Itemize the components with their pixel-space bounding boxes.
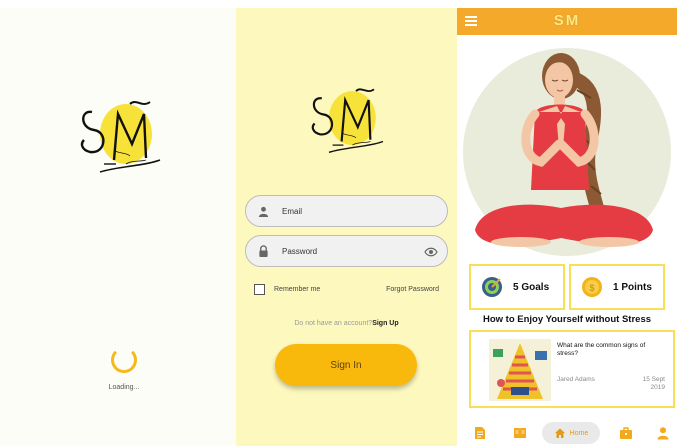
splash-screen: Loading... <box>0 8 236 446</box>
remember-me-row[interactable]: Remember me <box>254 284 320 295</box>
loading-text: Loading... <box>108 384 140 391</box>
section-title: How to Enjoy Yourself without Stress <box>482 314 652 325</box>
app-logo <box>70 90 170 180</box>
lock-icon <box>256 244 270 258</box>
password-input[interactable] <box>282 246 412 256</box>
briefcase-icon[interactable] <box>619 426 633 440</box>
user-icon <box>256 204 270 218</box>
signup-row: Do not have an account?Sign Up <box>236 320 457 327</box>
email-input[interactable] <box>282 206 412 216</box>
signup-prompt: Do not have an account? <box>294 320 373 327</box>
target-icon <box>481 276 503 298</box>
article-date: 15 Sept 2019 <box>642 376 665 391</box>
profile-icon[interactable] <box>656 426 670 440</box>
remember-me-checkbox[interactable] <box>254 284 265 295</box>
points-card[interactable]: $ 1 Points <box>569 264 665 310</box>
home-icon <box>554 427 566 439</box>
signup-link[interactable]: Sign Up <box>372 320 398 327</box>
coin-icon: $ <box>581 276 603 298</box>
goals-count: 5 Goals <box>513 281 550 293</box>
forgot-password-link[interactable]: Forgot Password <box>386 286 439 293</box>
home-screen: SM 5 Goals $ 1 Points How to Enjoy Yours… <box>457 8 677 446</box>
email-field[interactable] <box>245 195 448 227</box>
svg-text:$: $ <box>589 283 594 293</box>
app-title: SM <box>553 12 581 29</box>
goals-card[interactable]: 5 Goals <box>469 264 565 310</box>
article-author: Jared Adams <box>557 376 595 383</box>
top-app-bar: SM <box>457 8 677 35</box>
password-field[interactable] <box>245 235 448 267</box>
remember-me-label: Remember me <box>274 286 321 293</box>
login-screen: Remember me Forgot Password Do not have … <box>236 8 457 446</box>
article-card[interactable]: What are the common signs of stress? Jar… <box>469 330 675 408</box>
home-tab[interactable]: Home <box>542 422 600 444</box>
article-title: What are the common signs of stress? <box>557 342 646 357</box>
loading-spinner <box>111 347 137 373</box>
eye-icon[interactable] <box>424 245 438 263</box>
meditation-illustration <box>461 40 673 258</box>
app-logo <box>302 78 392 160</box>
document-icon[interactable] <box>473 426 487 440</box>
bottom-navigation: Home <box>457 420 677 446</box>
book-icon[interactable] <box>513 426 527 440</box>
home-tab-label: Home <box>569 429 589 437</box>
points-count: 1 Points <box>613 281 652 293</box>
sign-in-button[interactable]: Sign In <box>275 344 417 386</box>
article-thumbnail <box>489 339 551 401</box>
